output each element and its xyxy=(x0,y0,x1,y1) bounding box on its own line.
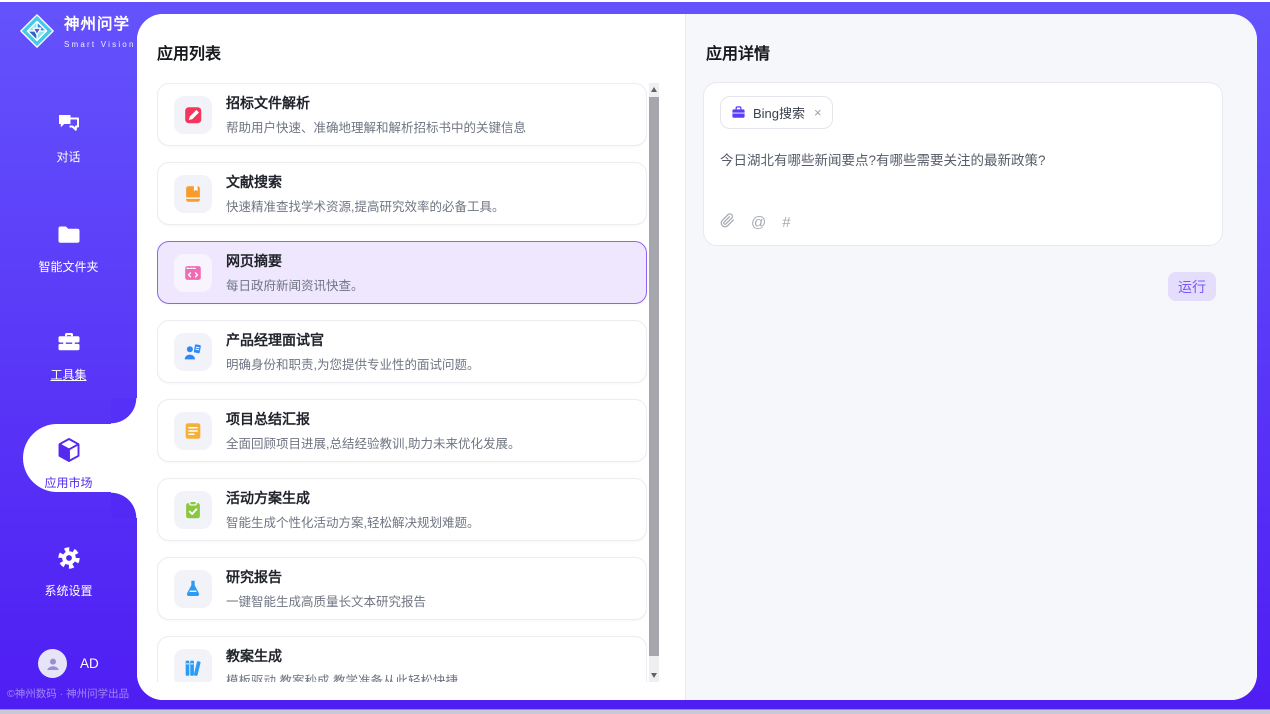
app-description: 全面回顾项目进展,总结经验教训,助力未来优化发展。 xyxy=(226,433,520,452)
list-item-pm-interviewer[interactable]: 产品经理面试官 明确身份和职责,为您提供专业性的面试问题。 xyxy=(157,320,647,383)
list-item-bid-document-analysis[interactable]: 招标文件解析 帮助用户快速、准确地理解和解析招标书中的关键信息 xyxy=(157,83,647,146)
scrollbar-thumb[interactable] xyxy=(649,97,659,656)
app-description: 每日政府新闻资讯快查。 xyxy=(226,275,364,294)
gear-icon xyxy=(55,544,83,572)
prompt-input[interactable]: 今日湖北有哪些新闻要点?有哪些需要关注的最新政策? xyxy=(720,151,1206,170)
app-description: 一键智能生成高质量长文本研究报告 xyxy=(226,591,426,610)
tool-tag-bing-search[interactable]: Bing搜索 × xyxy=(720,96,833,129)
app-list-title: 应用列表 xyxy=(157,40,221,64)
brand-logo: 神州问学 Smart Vision xyxy=(18,12,137,55)
gem-logo-icon xyxy=(18,12,56,55)
app-description: 明确身份和职责,为您提供专业性的面试问题。 xyxy=(226,354,479,373)
person-icon xyxy=(45,656,61,672)
app-title: 研究报告 xyxy=(226,567,426,587)
briefcase-icon xyxy=(731,105,746,120)
research-icon xyxy=(174,570,212,608)
app-list: 招标文件解析 帮助用户快速、准确地理解和解析招标书中的关键信息 文献搜索 xyxy=(157,83,647,682)
sidebar-item-toolset[interactable]: 工具集 xyxy=(0,328,137,383)
sidebar-item-label: 工具集 xyxy=(0,366,137,383)
close-icon[interactable]: × xyxy=(814,105,822,120)
app-list-panel: 应用列表 招标文件解析 帮助用户快速、准确地理解和解析招标书中的关键信息 xyxy=(137,14,685,700)
list-item-research-report[interactable]: 研究报告 一键智能生成高质量长文本研究报告 xyxy=(157,557,647,620)
content-card: 应用列表 招标文件解析 帮助用户快速、准确地理解和解析招标书中的关键信息 xyxy=(137,14,1257,700)
copyright-text: ©神州数码 · 神州问学出品 xyxy=(6,686,137,701)
app-window: 神州问学 Smart Vision 对话 智能文件夹 xyxy=(0,0,1270,714)
app-title: 文献搜索 xyxy=(226,172,504,192)
user-initials: AD xyxy=(80,656,99,671)
sidebar: 神州问学 Smart Vision 对话 智能文件夹 xyxy=(0,0,137,714)
clipboard-check-icon xyxy=(174,491,212,529)
scroll-down-button[interactable] xyxy=(649,669,659,682)
prompt-composer[interactable]: Bing搜索 × 今日湖北有哪些新闻要点?有哪些需要关注的最新政策? @ # xyxy=(703,82,1223,246)
app-title: 活动方案生成 xyxy=(226,488,479,508)
window-bottom-edge xyxy=(0,709,1270,714)
user-account[interactable]: AD xyxy=(38,649,99,678)
sidebar-item-settings[interactable]: 系统设置 xyxy=(0,544,137,599)
list-item-lesson-plan-generation[interactable]: 教案生成 模板驱动,教案秒成,教学准备从此轻松快捷 xyxy=(157,636,647,682)
hash-tag-icon[interactable]: # xyxy=(782,214,790,231)
down-arrow-icon xyxy=(651,673,657,678)
brand-name: 神州问学 xyxy=(64,16,130,33)
folder-icon xyxy=(55,220,83,248)
app-title: 产品经理面试官 xyxy=(226,330,479,350)
app-description: 智能生成个性化活动方案,轻松解决规划难题。 xyxy=(226,512,479,531)
paperclip-icon[interactable] xyxy=(720,213,735,232)
sidebar-item-label: 应用市场 xyxy=(0,474,137,491)
app-title: 项目总结汇报 xyxy=(226,409,520,429)
books-icon xyxy=(174,649,212,683)
run-button[interactable]: 运行 xyxy=(1168,272,1216,301)
memo-icon xyxy=(174,412,212,450)
book-icon xyxy=(174,175,212,213)
avatar xyxy=(38,649,67,678)
app-title: 招标文件解析 xyxy=(226,93,526,113)
scroll-up-button[interactable] xyxy=(649,83,659,96)
app-description: 模板驱动,教案秒成,教学准备从此轻松快捷 xyxy=(226,670,458,682)
webpage-code-icon xyxy=(174,254,212,292)
toolbox-icon xyxy=(55,328,83,356)
composer-toolbar: @ # xyxy=(720,213,791,232)
sidebar-item-label: 智能文件夹 xyxy=(0,258,137,275)
sidebar-item-app-market[interactable]: 应用市场 xyxy=(0,436,137,491)
edit-square-icon xyxy=(174,96,212,134)
list-item-event-plan-generation[interactable]: 活动方案生成 智能生成个性化活动方案,轻松解决规划难题。 xyxy=(157,478,647,541)
sidebar-item-chat[interactable]: 对话 xyxy=(0,110,137,165)
app-description: 快速精准查找学术资源,提高研究效率的必备工具。 xyxy=(226,196,504,215)
at-mention-icon[interactable]: @ xyxy=(751,214,766,231)
list-item-literature-search[interactable]: 文献搜索 快速精准查找学术资源,提高研究效率的必备工具。 xyxy=(157,162,647,225)
app-description: 帮助用户快速、准确地理解和解析招标书中的关键信息 xyxy=(226,117,526,136)
app-detail-panel: 应用详情 Bing搜索 × 今日湖北有哪些新闻要点?有哪些需要关注的最新政策? xyxy=(685,14,1257,700)
interviewer-icon xyxy=(174,333,212,371)
app-list-scrollbar[interactable] xyxy=(649,83,659,682)
cube-icon xyxy=(55,436,83,464)
sidebar-item-smart-folder[interactable]: 智能文件夹 xyxy=(0,220,137,275)
chat-icon xyxy=(55,110,83,138)
brand-subtitle: Smart Vision xyxy=(64,40,136,49)
sidebar-item-label: 对话 xyxy=(0,148,137,165)
list-item-project-summary-report[interactable]: 项目总结汇报 全面回顾项目进展,总结经验教训,助力未来优化发展。 xyxy=(157,399,647,462)
app-title: 网页摘要 xyxy=(226,251,364,271)
app-title: 教案生成 xyxy=(226,646,458,666)
app-detail-title: 应用详情 xyxy=(706,40,770,64)
list-item-webpage-summary[interactable]: 网页摘要 每日政府新闻资讯快查。 xyxy=(157,241,647,304)
up-arrow-icon xyxy=(651,87,657,92)
tool-tag-label: Bing搜索 xyxy=(753,103,805,122)
sidebar-item-label: 系统设置 xyxy=(0,582,137,599)
